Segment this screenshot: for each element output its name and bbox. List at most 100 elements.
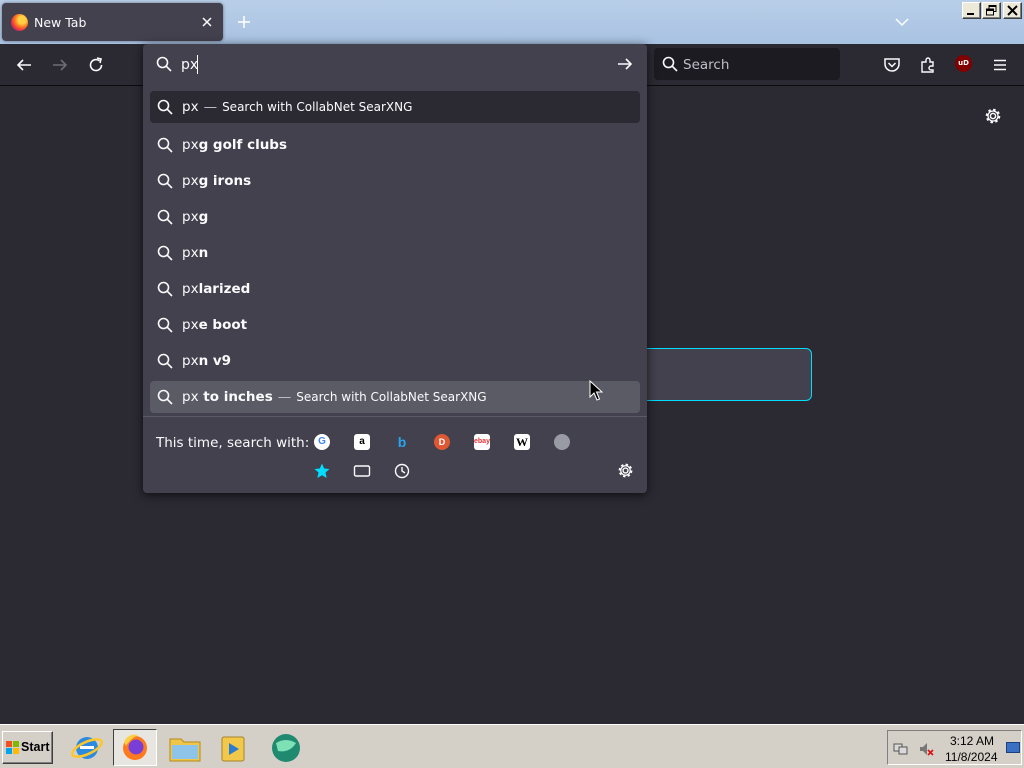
network-icon[interactable] [893,741,909,757]
start-label: Start [21,740,50,754]
suggestion-row[interactable]: pxe boot [150,307,640,343]
suggestion-row[interactable]: px — Search with CollabNet SearXNG [150,91,640,123]
suggestion-typed: px [182,245,199,261]
reload-icon[interactable] [87,56,105,74]
suggestion-completion: g irons [198,173,252,189]
wikipedia-icon[interactable]: W [514,434,530,450]
list-all-tabs-chevron-icon[interactable] [894,16,910,28]
suggestion-row[interactable]: pxn [150,235,640,271]
forward-arrow-icon[interactable] [51,56,69,74]
suggestion-typed: px [182,317,199,333]
pocket-icon[interactable] [883,56,901,74]
search-icon [662,56,678,72]
suggestion-text: pxlarized [182,281,250,297]
suggestion-row[interactable]: pxn v9 [150,343,640,379]
suggestion-text: pxn [182,245,208,261]
file-explorer-taskbar-button[interactable] [163,729,207,766]
search-placeholder: Search [683,57,730,73]
suggestion-separator: — [277,389,292,405]
suggestion-text: pxe boot [182,317,247,333]
start-button[interactable]: Start [2,731,53,764]
show-desktop-icon[interactable] [1006,742,1020,754]
suggestion-completion: e boot [198,317,248,333]
suggestion-typed: px [182,281,199,297]
newtab-search-box[interactable] [620,348,812,401]
google-icon[interactable]: G [314,434,330,450]
minimize-button[interactable] [962,2,981,19]
tab-strip: New Tab [0,0,1024,44]
bookmarks-star-icon[interactable] [313,462,331,480]
urlbar-popup: px px — Search with CollabNet SearXNG pxg g… [143,44,647,493]
duckduckgo-icon[interactable]: D [434,434,450,450]
ebay-icon[interactable]: ebay [474,434,490,450]
suggestion-row[interactable]: pxg irons [150,163,640,199]
suggestion-row[interactable]: pxg golf clubs [150,127,640,163]
tab-new-tab[interactable]: New Tab [2,3,223,41]
taskbar: Start 3:12 AM 11/8/2024 [0,724,1024,768]
tabs-icon[interactable] [353,462,371,480]
search-icon [157,317,173,333]
suggestion-text: pxg [182,209,208,225]
go-arrow-icon[interactable] [617,56,633,72]
suggestion-typed: px [182,389,199,405]
suggestion-typed: px [182,353,199,369]
suggestion-row[interactable]: px to inches — Search with CollabNet SearX… [150,381,640,413]
suggestion-text: pxg irons [182,173,251,189]
suggestion-action: Search with CollabNet SearXNG [296,390,487,404]
suggestion-typed: px [182,99,199,115]
amazon-icon[interactable]: a [354,434,370,450]
internet-explorer-taskbar-button[interactable] [65,729,109,766]
searxng-icon[interactable] [554,434,570,450]
one-off-search-buttons: This time, search with: G a b D ebay W [143,416,647,493]
new-tab-plus-icon[interactable] [236,14,252,30]
bing-icon[interactable]: b [394,434,410,450]
media-player-taskbar-button[interactable] [211,729,255,766]
suggestion-typed: px [182,137,199,153]
text-caret [197,55,198,74]
close-tab-icon[interactable] [199,14,215,30]
suggestion-list: px — Search with CollabNet SearXNG pxg golf… [150,91,640,413]
search-icon [157,99,173,115]
page-settings-gear-icon[interactable] [984,107,1002,125]
suggestion-row[interactable]: pxg [150,199,640,235]
search-icon [157,245,173,261]
address-bar-value: px [181,57,199,73]
search-settings-gear-icon[interactable] [617,462,634,479]
tab-title: New Tab [34,15,87,30]
suggestion-action: Search with CollabNet SearXNG [222,100,413,114]
suggestion-completion: g [198,209,209,225]
media-player-icon [221,736,245,762]
app-taskbar-button[interactable] [264,729,308,766]
history-clock-icon[interactable] [393,462,411,480]
search-bar[interactable]: Search [654,48,840,80]
close-window-button[interactable] [1003,2,1022,19]
search-icon [156,56,172,72]
minimize-icon [967,13,974,15]
suggestion-text: pxg golf clubs [182,137,287,153]
search-icon [157,209,173,225]
firefox-favicon-icon [11,14,28,31]
restore-button[interactable] [982,2,1001,19]
globe-app-icon [272,734,300,762]
folder-icon [169,738,201,762]
suggestion-completion: n [198,245,209,261]
clock-time[interactable]: 3:12 AM [950,734,994,748]
firefox-taskbar-button[interactable] [113,729,157,766]
ublock-origin-icon[interactable]: uD [955,55,972,72]
menu-hamburger-icon[interactable] [991,56,1009,74]
clock-date[interactable]: 11/8/2024 [945,750,998,764]
suggestion-completion: g golf clubs [198,137,288,153]
restore-icon [986,5,997,16]
suggestion-separator: — [203,99,218,115]
suggestion-completion: n v9 [198,353,232,369]
suggestion-row[interactable]: pxlarized [150,271,640,307]
extensions-puzzle-icon[interactable] [919,56,937,74]
search-icon [157,389,173,405]
volume-muted-icon[interactable] [918,741,934,757]
back-arrow-icon[interactable] [15,56,33,74]
suggestion-text: pxn v9 [182,353,231,369]
firefox-icon [123,734,147,760]
address-bar-input[interactable]: px [143,44,647,86]
suggestion-typed: px [182,209,199,225]
search-icon [157,281,173,297]
